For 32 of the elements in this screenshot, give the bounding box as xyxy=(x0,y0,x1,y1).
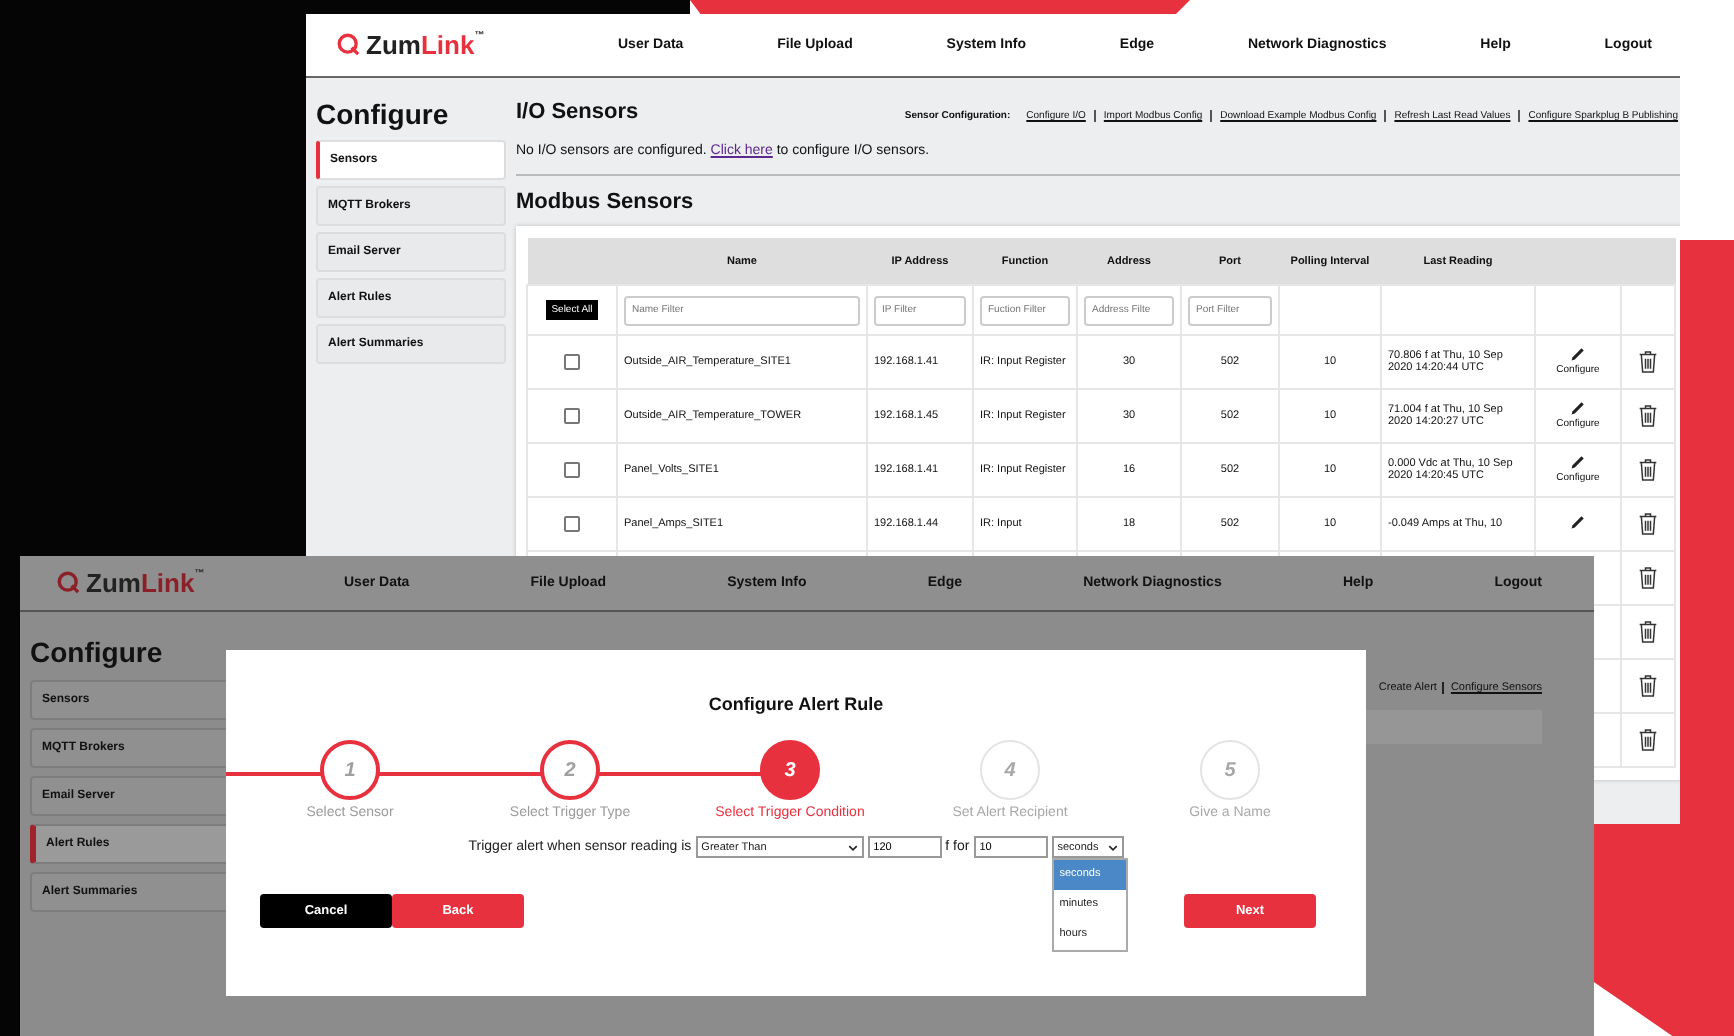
logo-icon xyxy=(336,32,362,58)
sidebar-title: Configure xyxy=(316,98,451,130)
trash-icon[interactable] xyxy=(1638,512,1658,536)
step-circle: 3 xyxy=(760,740,820,800)
trash-icon[interactable] xyxy=(1638,566,1658,590)
logo-text: ZumLink$^{™}$ xyxy=(86,568,205,598)
row-checkbox[interactable] xyxy=(564,408,580,424)
trash-icon[interactable] xyxy=(1638,728,1658,752)
step-circle: 1 xyxy=(320,740,380,800)
logo-icon xyxy=(56,570,82,596)
step-circle: 2 xyxy=(540,740,600,800)
trash-icon[interactable] xyxy=(1638,620,1658,644)
section-title: Modbus Sensors xyxy=(516,190,696,214)
pencil-icon[interactable] xyxy=(1570,514,1586,530)
trash-icon[interactable] xyxy=(1638,404,1658,428)
pencil-icon[interactable] xyxy=(1570,400,1586,417)
pencil-icon[interactable] xyxy=(1570,454,1586,471)
trash-icon[interactable] xyxy=(1638,458,1658,482)
row-checkbox[interactable] xyxy=(564,516,580,532)
trash-icon[interactable] xyxy=(1638,674,1658,698)
chevron-icon xyxy=(847,843,858,851)
step-circle: 4 xyxy=(980,740,1040,800)
row-checkbox[interactable] xyxy=(564,462,580,478)
chevron-icon xyxy=(1107,843,1118,851)
dialog-title: Configure Alert Rule xyxy=(706,694,886,714)
step-circle: 5 xyxy=(1200,740,1260,800)
sidebar-title: Configure xyxy=(30,636,165,668)
row-checkbox[interactable] xyxy=(564,354,580,370)
section-title: I/O Sensors xyxy=(516,100,639,124)
trash-icon[interactable] xyxy=(1638,350,1658,374)
pencil-icon[interactable] xyxy=(1570,346,1586,363)
logo-text: ZumLink$^{™}$ xyxy=(366,30,485,60)
